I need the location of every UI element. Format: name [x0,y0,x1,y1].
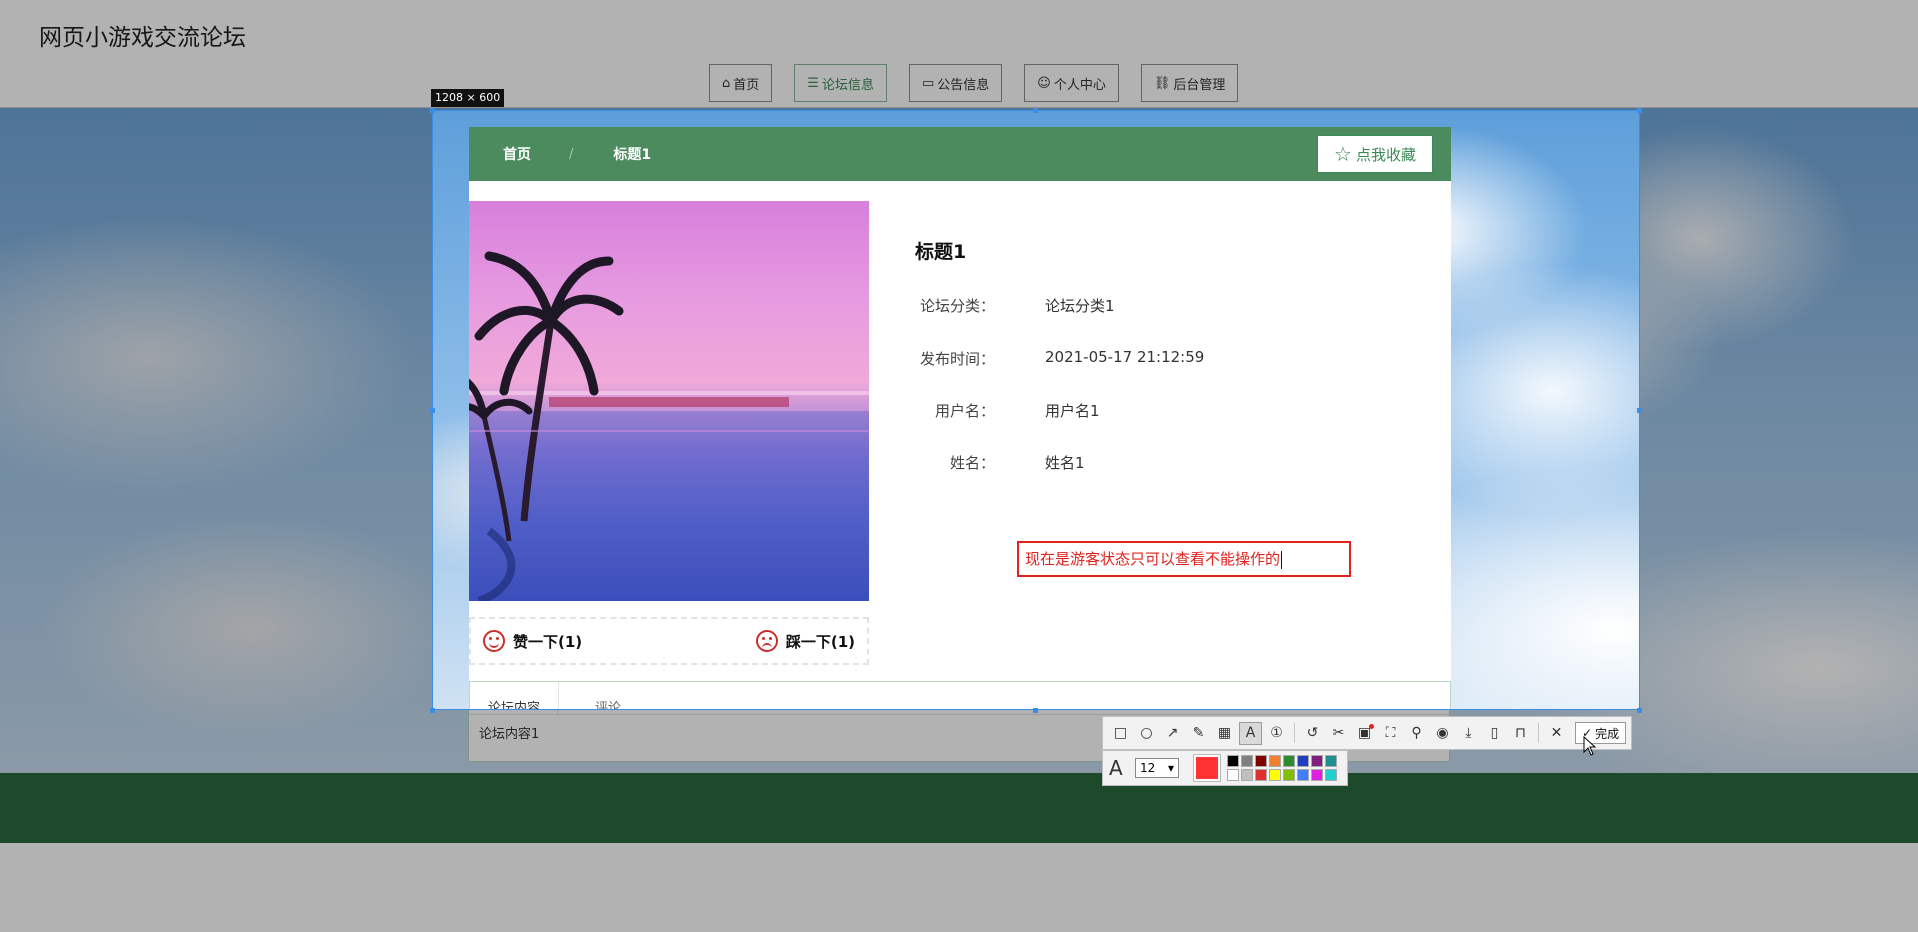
number-tool-icon[interactable]: ① [1265,722,1288,745]
star-icon: ☆ [1334,142,1352,166]
record-icon[interactable]: ◉ [1431,722,1454,745]
field-publish-time: 发布时间： 2021-05-17 21:12:59 [915,348,1435,372]
pin-icon[interactable]: ⚲ [1405,722,1428,745]
field-label: 姓名： [949,454,995,472]
font-size-select[interactable]: 12 ▾ [1135,758,1179,778]
resize-handle[interactable] [430,108,435,113]
field-label: 发布时间： [919,350,995,368]
tab-content[interactable]: 论坛内容 [470,682,560,709]
text-style-bar: A 12 ▾ [1102,750,1348,786]
text-caret [1281,550,1283,569]
color-swatch[interactable] [1227,769,1239,781]
resize-handle[interactable] [1637,408,1642,413]
resize-handle[interactable] [430,708,435,713]
field-label: 论坛分类： [919,297,995,315]
tab-comment[interactable]: 评论 [559,682,639,709]
breadcrumb-current: 标题1 [613,147,652,163]
frown-icon [755,630,778,652]
mosaic-tool-icon[interactable]: ▦ [1213,722,1236,745]
color-swatch[interactable] [1269,755,1281,767]
dislike-label: 踩一下(1) [785,632,855,651]
color-swatch[interactable] [1283,755,1295,767]
current-color-fill [1196,757,1218,779]
field-value: 用户名1 [1045,402,1100,420]
new-badge [1369,723,1374,729]
favorite-label: 点我收藏 [1355,145,1416,164]
screenshot-selection[interactable]: 首页 / 标题1 ☆ 点我收藏 赞一下(1) 踩一下(1) 标题1 论坛分类： … [432,110,1640,710]
content-tabs-header: 论坛内容 评论 [469,681,1451,709]
color-swatch[interactable] [1255,755,1267,767]
color-swatch[interactable] [1311,755,1323,767]
scroll-capture-icon[interactable]: ⛶ [1379,722,1402,745]
scissors-icon[interactable]: ✂ [1327,722,1350,745]
phone-icon[interactable]: ▯ [1483,722,1506,745]
toolbar-divider [1538,723,1539,743]
resize-handle[interactable] [1637,708,1642,713]
breadcrumb: 首页 / 标题1 ☆ 点我收藏 [469,127,1451,181]
color-swatch[interactable] [1297,755,1309,767]
color-swatch[interactable] [1227,755,1239,767]
text-tool-icon[interactable]: A [1239,721,1262,745]
annotation-text-box[interactable]: 现在是游客状态只可以查看不能操作的 [1017,541,1351,577]
close-icon[interactable]: ✕ [1545,722,1568,745]
rectangle-tool-icon[interactable]: □ [1109,722,1132,745]
ocr-icon[interactable]: ▣ [1353,722,1376,745]
smile-icon [483,630,505,652]
vote-bar: 赞一下(1) 踩一下(1) [469,617,869,665]
chevron-down-icon: ▾ [1167,761,1174,775]
field-label: 用户名： [934,402,995,420]
font-size-value: 12 [1140,761,1156,775]
color-swatch[interactable] [1255,769,1267,781]
pen-tool-icon[interactable]: ✎ [1187,722,1210,745]
color-swatch[interactable] [1297,769,1309,781]
selection-size-label: 1208 × 600 [431,89,505,107]
toolbar-divider [1294,723,1295,743]
like-button[interactable]: 赞一下(1) [483,630,582,652]
like-label: 赞一下(1) [513,632,583,651]
resize-handle[interactable] [1637,108,1642,113]
field-value: 姓名1 [1045,454,1085,472]
post-title: 标题1 [915,241,967,263]
arrow-tool-icon[interactable]: ↗ [1161,722,1184,745]
resize-handle[interactable] [1033,108,1038,113]
breadcrumb-separator: / [569,146,574,162]
breadcrumb-home[interactable]: 首页 [503,144,531,164]
color-swatch[interactable] [1241,755,1253,767]
current-color-swatch[interactable] [1193,754,1221,782]
annotation-text: 现在是游客状态只可以查看不能操作的 [1025,550,1281,568]
download-icon[interactable]: ⤓ [1457,722,1480,745]
field-name: 姓名： 姓名1 [915,452,1435,476]
color-swatch[interactable] [1325,755,1337,767]
tabs-header: 论坛内容 评论 [470,682,1450,709]
dislike-button[interactable]: 踩一下(1) [755,630,855,652]
font-icon: A [1109,756,1123,780]
bookmark-icon[interactable]: ⊓ [1509,722,1532,745]
resize-handle[interactable] [430,408,435,413]
field-value: 2021-05-17 21:12:59 [1045,348,1205,366]
color-swatch[interactable] [1269,769,1281,781]
post-detail-card: 首页 / 标题1 ☆ 点我收藏 赞一下(1) 踩一下(1) 标题1 论坛分类： … [469,127,1451,709]
favorite-button[interactable]: ☆ 点我收藏 [1317,135,1433,173]
ellipse-tool-icon[interactable]: ○ [1135,722,1158,745]
color-swatch[interactable] [1311,769,1323,781]
field-value: 论坛分类1 [1045,297,1115,315]
color-swatch[interactable] [1325,769,1337,781]
palm-sunset-illustration [469,251,869,601]
done-label: 完成 [1595,726,1620,741]
color-palette [1227,755,1337,781]
post-image [469,201,869,601]
screenshot-toolbar: □ ○ ↗ ✎ ▦ A ① ↺ ✂ ▣ ⛶ ⚲ ◉ ⤓ ▯ ⊓ ✕ ✓ 完成 [1102,716,1632,750]
mouse-cursor-icon [1583,736,1597,756]
field-username: 用户名： 用户名1 [915,400,1435,424]
undo-icon[interactable]: ↺ [1301,722,1324,745]
field-category: 论坛分类： 论坛分类1 [915,295,1435,319]
color-swatch[interactable] [1283,769,1295,781]
resize-handle[interactable] [1033,708,1038,713]
color-swatch[interactable] [1241,769,1253,781]
